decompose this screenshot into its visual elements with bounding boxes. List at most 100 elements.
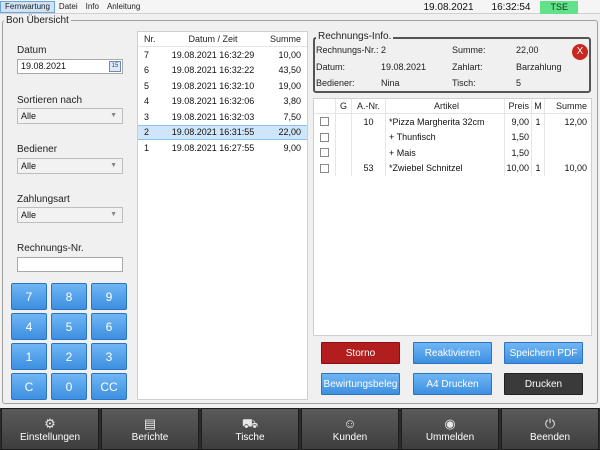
numpad-key-5[interactable]: 5 xyxy=(51,313,87,340)
numpad-key-6[interactable]: 6 xyxy=(91,313,127,340)
bill-datetime: 19.08.2021 16:31:55 xyxy=(171,127,255,138)
close-icon[interactable]: X xyxy=(572,44,588,60)
status-date: 19.08.2021 xyxy=(423,1,474,13)
bill-sum: 19,00 xyxy=(278,80,301,91)
menu-item-fernwartung[interactable]: Fernwartung xyxy=(0,0,55,13)
info-billno-label: Rechnungs-Nr.: xyxy=(316,45,379,55)
bill-row[interactable]: 6 19.08.2021 16:32:22 43,50 xyxy=(138,63,307,79)
bill-list-header: Nr. Datum / Zeit Summe xyxy=(138,32,307,47)
payment-select[interactable]: Alle ▼ xyxy=(17,207,123,223)
item-row[interactable]: 53 *Zwiebel Schnitzel 10,00 1 10,00 xyxy=(314,160,591,176)
menu-item-anleitung[interactable]: Anleitung xyxy=(103,1,144,13)
item-article-nr xyxy=(352,129,386,145)
bill-row-selected[interactable]: 2 19.08.2021 16:31:55 22,00 xyxy=(138,124,307,140)
numpad-key-clear-all[interactable]: CC xyxy=(91,373,127,400)
reactivate-button[interactable]: Reaktivieren xyxy=(413,342,492,364)
info-date-label: Datum: xyxy=(316,62,346,72)
reports-button[interactable]: ▤ Berichte xyxy=(101,408,199,450)
bill-row[interactable]: 5 19.08.2021 16:32:10 19,00 xyxy=(138,78,307,94)
numpad-key-9[interactable]: 9 xyxy=(91,283,127,310)
storno-button[interactable]: Storno xyxy=(321,342,400,364)
bill-datetime: 19.08.2021 16:32:10 xyxy=(171,80,255,91)
item-row[interactable]: 10 *Pizza Margherita 32cm 9,00 1 12,00 xyxy=(314,114,591,130)
item-g xyxy=(336,129,352,145)
bill-nr: 2 xyxy=(144,127,150,138)
bill-row[interactable]: 7 19.08.2021 16:32:29 10,00 xyxy=(138,47,307,63)
item-article-nr: 53 xyxy=(352,160,386,176)
sort-select-value: Alle xyxy=(21,111,37,121)
bill-nr: 5 xyxy=(144,80,150,91)
item-checkbox[interactable] xyxy=(320,163,329,173)
item-qty xyxy=(532,129,545,145)
bill-row[interactable]: 3 19.08.2021 16:32:03 7,50 xyxy=(138,109,307,125)
switch-user-label: Ummelden xyxy=(425,431,475,443)
bill-row[interactable]: 4 19.08.2021 16:32:06 3,80 xyxy=(138,94,307,110)
item-price: 1,50 xyxy=(505,129,532,145)
column-header-select xyxy=(314,99,336,113)
settings-label: Einstellungen xyxy=(19,431,81,443)
waiter-select-value: Alle xyxy=(21,161,37,171)
info-payment-value: Barzahlung xyxy=(516,62,562,72)
billno-input[interactable] xyxy=(17,257,123,272)
date-label: Datum xyxy=(17,45,47,56)
bill-nr: 7 xyxy=(144,49,150,60)
item-checkbox[interactable] xyxy=(320,132,329,142)
item-row[interactable]: + Mais 1,50 xyxy=(314,145,591,161)
column-header-article-nr: A.-Nr. xyxy=(352,99,386,113)
calendar-icon[interactable]: 15 xyxy=(109,61,121,72)
info-waiter-value: Nina xyxy=(381,78,400,88)
bottom-bar: ⚙ Einstellungen ▤ Berichte ⛟ Tische ☺ Ku… xyxy=(0,408,600,450)
status-time: 16:32:54 xyxy=(491,1,531,13)
item-qty: 1 xyxy=(532,160,545,176)
numpad-key-1[interactable]: 1 xyxy=(11,343,47,370)
column-header-g: G xyxy=(336,99,352,113)
sort-select[interactable]: Alle ▼ xyxy=(17,108,123,124)
a4-print-button[interactable]: A4 Drucken xyxy=(413,373,492,395)
numpad-key-8[interactable]: 8 xyxy=(51,283,87,310)
chevron-down-icon: ▼ xyxy=(110,211,117,218)
bill-info-title: Rechnungs-Info. xyxy=(316,31,394,42)
switch-user-button[interactable]: ◉ Ummelden xyxy=(401,408,499,450)
numpad-key-clear[interactable]: C xyxy=(11,373,47,400)
item-g xyxy=(336,145,352,161)
clipboard-icon: ▤ xyxy=(143,415,157,431)
item-table: G A.-Nr. Artikel Preis M Summe 10 *Pizza… xyxy=(313,98,592,336)
customers-button[interactable]: ☺ Kunden xyxy=(301,408,399,450)
column-header-nr[interactable]: Nr. xyxy=(138,34,164,44)
tables-button[interactable]: ⛟ Tische xyxy=(201,408,299,450)
bill-list[interactable]: Nr. Datum / Zeit Summe 7 19.08.2021 16:3… xyxy=(137,31,308,400)
bill-nr: 3 xyxy=(144,111,150,122)
entertainment-receipt-button[interactable]: Bewirtungsbeleg xyxy=(321,373,400,395)
numpad-key-3[interactable]: 3 xyxy=(91,343,127,370)
settings-button[interactable]: ⚙ Einstellungen xyxy=(1,408,99,450)
item-row[interactable]: + Thunfisch 1,50 xyxy=(314,129,591,146)
item-price: 10,00 xyxy=(505,160,532,176)
status-area: 19.08.2021 16:32:54 TSE xyxy=(423,0,578,14)
info-payment-label: Zahlart: xyxy=(452,62,483,72)
numpad-key-4[interactable]: 4 xyxy=(11,313,47,340)
bill-nr: 4 xyxy=(144,96,150,107)
item-sum xyxy=(545,130,591,146)
exit-button[interactable]: ⏻ Beenden xyxy=(501,408,599,450)
numpad-key-7[interactable]: 7 xyxy=(11,283,47,310)
column-header-sum[interactable]: Summe xyxy=(262,34,307,44)
column-header-datetime[interactable]: Datum / Zeit xyxy=(164,34,262,44)
waiter-select[interactable]: Alle ▼ xyxy=(17,158,123,174)
item-sum: 12,00 xyxy=(564,116,587,127)
column-header-price: Preis xyxy=(505,99,532,113)
exit-label: Beenden xyxy=(529,431,571,443)
print-button[interactable]: Drucken xyxy=(504,373,583,395)
numpad-key-2[interactable]: 2 xyxy=(51,343,87,370)
bill-row[interactable]: 1 19.08.2021 16:27:55 9,00 xyxy=(138,140,307,156)
item-checkbox[interactable] xyxy=(320,117,329,127)
date-field[interactable]: 19.08.2021 15 xyxy=(17,59,123,74)
item-g xyxy=(336,160,352,176)
bill-datetime: 19.08.2021 16:32:03 xyxy=(171,111,255,122)
date-field-value: 19.08.2021 xyxy=(21,61,67,71)
numpad-key-0[interactable]: 0 xyxy=(51,373,87,400)
menu-item-datei[interactable]: Datei xyxy=(55,1,82,13)
item-checkbox[interactable] xyxy=(320,148,329,158)
save-pdf-button[interactable]: Speichern PDF xyxy=(504,342,583,364)
chevron-down-icon: ▼ xyxy=(110,162,117,169)
menu-item-info[interactable]: Info xyxy=(82,1,103,13)
